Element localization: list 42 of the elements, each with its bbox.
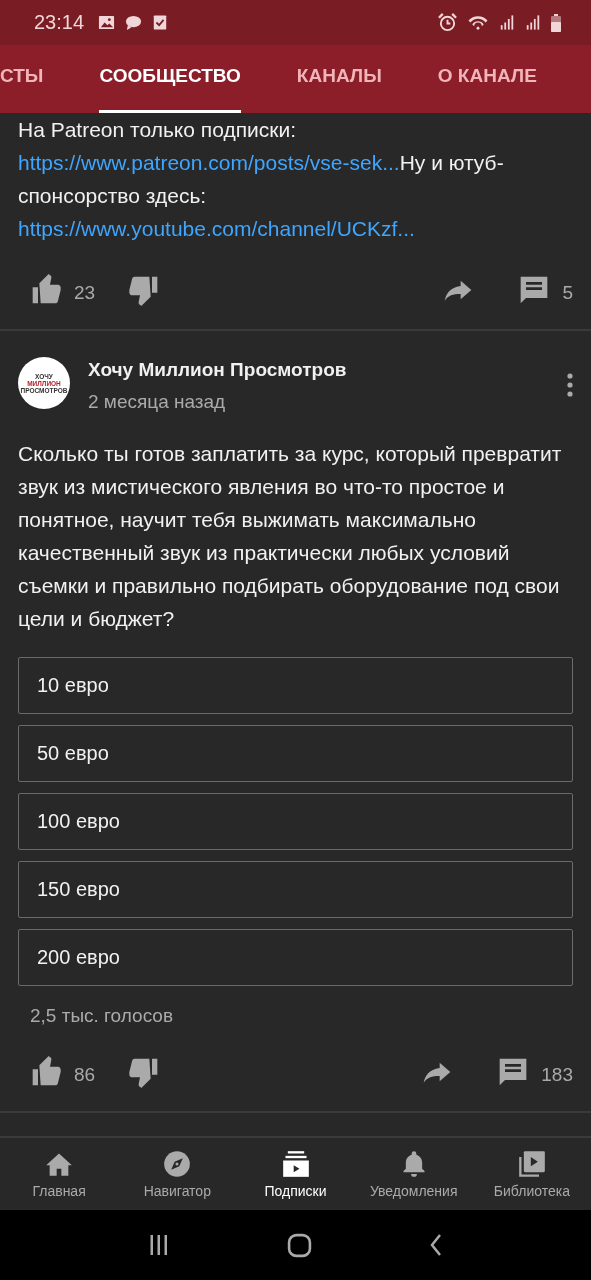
signal-icon bbox=[525, 13, 541, 32]
like-count: 86 bbox=[74, 1064, 96, 1086]
checklist-icon bbox=[152, 14, 169, 31]
poll-option[interactable]: 150 евро bbox=[18, 861, 573, 918]
comment-count: 183 bbox=[541, 1064, 573, 1086]
poll-option[interactable]: 200 евро bbox=[18, 929, 573, 986]
back-icon bbox=[430, 1234, 442, 1256]
more-icon bbox=[567, 373, 573, 397]
clock-time: 23:14 bbox=[34, 11, 85, 34]
nav-tab[interactable]: Подписки bbox=[236, 1138, 355, 1210]
vote-count: 2,5 тыс. голосов bbox=[30, 1005, 174, 1027]
post-link[interactable]: https://www.patreon.com/posts/vse-sek... bbox=[18, 151, 400, 174]
like-icon bbox=[30, 274, 62, 306]
nav-tab[interactable]: Главная bbox=[0, 1138, 119, 1210]
tab[interactable]: СООБЩЕСТВО bbox=[99, 45, 241, 113]
chat-icon bbox=[125, 14, 143, 31]
post-text: На Patreon только подписки: https://www.patreon.com/posts/vse-sek...Ну и ютуб-спонсорство здесь: https://www.youtube.com/channel/UCKzf... bbox=[18, 117, 505, 242]
battery-icon bbox=[551, 13, 561, 32]
poll-option[interactable]: 10 евро bbox=[18, 657, 573, 714]
channel-name[interactable]: Хочу Миллион Просмотров bbox=[88, 359, 549, 381]
recent-apps-icon bbox=[149, 1234, 169, 1256]
library-icon bbox=[517, 1149, 546, 1178]
poll-option[interactable]: 50 евро bbox=[18, 725, 573, 782]
tab[interactable]: О КАНАЛЕ bbox=[437, 45, 537, 113]
alarm-icon bbox=[438, 13, 457, 32]
wifi-icon bbox=[467, 13, 489, 32]
like-count: 23 bbox=[74, 282, 96, 304]
post-link[interactable]: https://www.youtube.com/channel/UCKzf... bbox=[18, 217, 415, 240]
post-time: 2 месяца назад bbox=[88, 391, 227, 413]
comment-count: 5 bbox=[562, 282, 573, 304]
tab[interactable]: СТЫ bbox=[0, 45, 44, 113]
image-icon bbox=[98, 14, 116, 31]
poll-option[interactable]: 100 евро bbox=[18, 793, 573, 850]
post-text: Сколько ты готов заплатить за курс, который превратит звук из мистического явления во что-то простое и понятное, научит тебя выжимать максимально качественный звук из практически любых условий съемки и правильно подбирать оборудование под свои цели и бюджет? bbox=[18, 441, 563, 632]
nav-tab[interactable]: Навигатор bbox=[118, 1138, 237, 1210]
compass-icon bbox=[163, 1149, 192, 1178]
like-icon bbox=[30, 1056, 62, 1088]
tab[interactable]: КАНАЛЫ bbox=[296, 45, 382, 113]
signal-icon bbox=[499, 13, 515, 32]
nav-tab[interactable]: Библиотека bbox=[472, 1138, 591, 1210]
subscriptions-icon bbox=[281, 1149, 310, 1178]
nav-tab[interactable]: Уведомления bbox=[354, 1138, 473, 1210]
